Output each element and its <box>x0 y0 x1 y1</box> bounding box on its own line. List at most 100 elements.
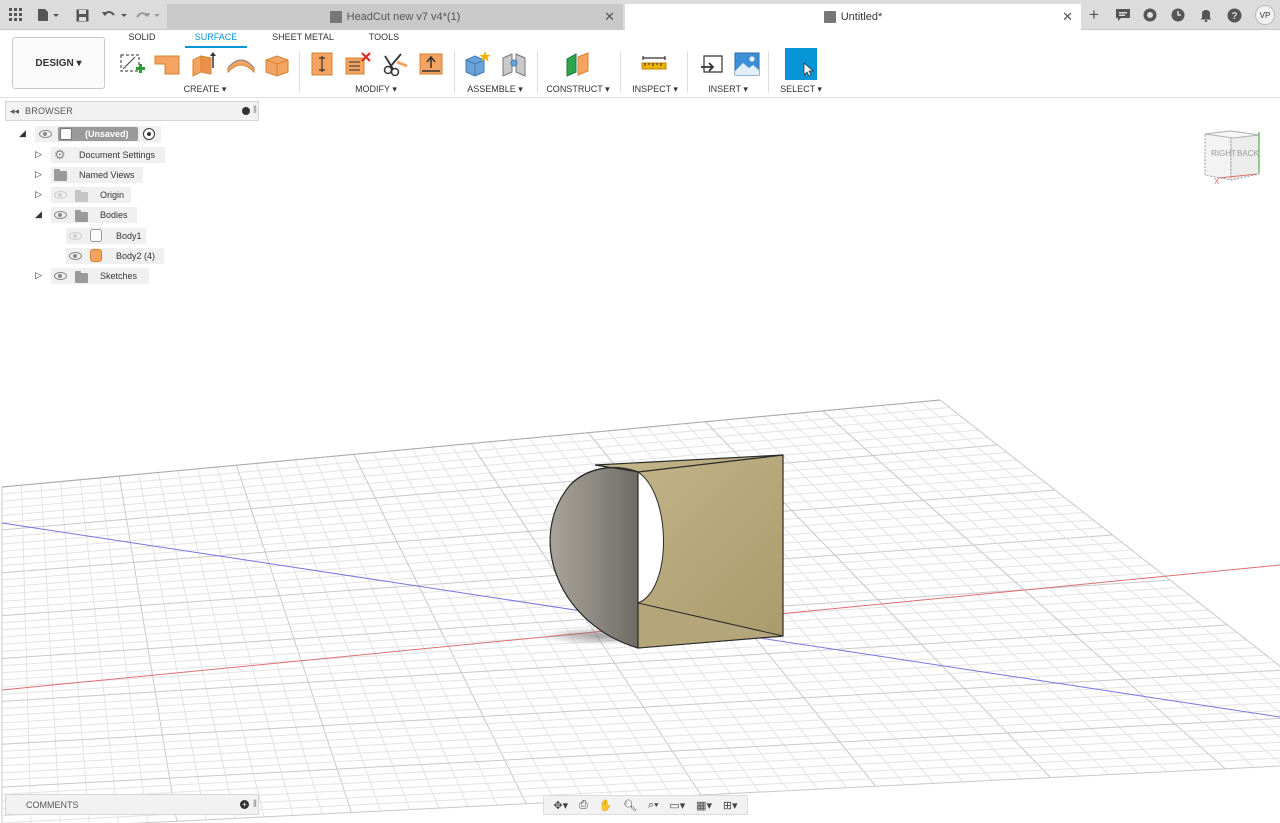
toolbar: DESIGN ▾ SOLID SURFACE SHEET METAL TOOLS… <box>0 31 1280 98</box>
viewcube-back-label[interactable]: BACK <box>1237 149 1259 158</box>
redo-icon[interactable] <box>135 6 163 24</box>
grid-line <box>920 401 1280 690</box>
document-settings-label: Document Settings <box>79 150 156 160</box>
comments-panel[interactable]: COMMENTS + ‖ <box>5 794 259 815</box>
select-button[interactable] <box>785 48 817 80</box>
grid-line <box>1 654 1266 731</box>
tab-solid[interactable]: SOLID <box>122 32 162 46</box>
expand-arrow-icon[interactable]: ▷ <box>35 169 42 180</box>
tab-tools[interactable]: TOOLS <box>364 32 404 46</box>
save-icon[interactable] <box>74 6 90 24</box>
offset-plane-button[interactable] <box>564 50 592 78</box>
extensions-icon[interactable] <box>1141 6 1159 24</box>
insert-canvas-button[interactable] <box>733 50 761 78</box>
tab-headcut[interactable]: HeadCut new v7 v4*(1) ✕ <box>167 4 623 30</box>
document-icon <box>329 11 342 23</box>
add-comment-icon[interactable]: + <box>240 800 249 809</box>
file-icon[interactable] <box>36 6 62 24</box>
orbit-icon[interactable]: ✥▾ <box>553 799 568 812</box>
navigation-bar: ✥▾ ⎙ ✋ 🔍︎ ⌕▾ ▭▾ ▦▾ ⊞▾ <box>543 795 748 815</box>
origin-label: Origin <box>100 190 125 200</box>
sketches-label: Sketches <box>100 271 138 281</box>
expand-arrow-icon[interactable]: ▷ <box>35 149 42 160</box>
viewports-icon[interactable]: ⊞▾ <box>723 799 738 812</box>
grid-line <box>40 483 61 823</box>
extend-button[interactable] <box>417 50 445 78</box>
toolbar-separator <box>687 51 688 93</box>
close-tab-icon[interactable]: ✕ <box>604 9 615 25</box>
apps-grid-icon[interactable] <box>8 6 24 24</box>
pan-icon[interactable]: ✋ <box>599 799 613 812</box>
body2-label: Body2 (4) <box>116 251 156 261</box>
notification-bell-icon[interactable] <box>1197 6 1215 24</box>
create-sketch-button[interactable] <box>118 50 146 78</box>
panel-grip-icon[interactable]: ‖ <box>253 105 257 116</box>
svg-text:?: ? <box>1231 11 1237 22</box>
construct-menu[interactable]: CONSTRUCT ▾ <box>543 84 613 95</box>
panel-grip-icon[interactable]: ‖ <box>253 799 257 810</box>
fusion-app-window: HeadCut new v7 v4*(1) ✕ Untitled* ✕ + ? … <box>0 0 1280 823</box>
extrude-surface-button[interactable] <box>153 50 181 78</box>
trim-button[interactable] <box>344 50 372 78</box>
revolve-surface-button[interactable] <box>189 50 217 78</box>
visibility-eye-icon[interactable] <box>54 191 67 199</box>
tab-untitled[interactable]: Untitled* ✕ <box>625 4 1081 30</box>
grid-line <box>1 669 1280 745</box>
visibility-eye-icon[interactable] <box>54 272 67 280</box>
look-at-icon[interactable]: ⎙ <box>579 799 588 812</box>
3d-viewport[interactable] <box>0 98 1280 823</box>
viewcube[interactable]: RIGHT BACK X <box>1197 128 1269 186</box>
browser-panel-header[interactable]: ◂◂ BROWSER ‖ <box>5 101 259 121</box>
grid-line <box>1 662 1276 738</box>
collapse-arrow-icon[interactable]: ◢ <box>35 209 42 220</box>
design-workspace-button[interactable]: DESIGN ▾ <box>12 37 105 89</box>
inspect-menu[interactable]: INSPECT ▾ <box>625 84 685 95</box>
tab-sheet-metal[interactable]: SHEET METAL <box>266 32 340 46</box>
split-body-button[interactable] <box>381 50 409 78</box>
display-settings-icon[interactable]: ▭▾ <box>669 799 685 812</box>
loft-surface-button[interactable] <box>263 50 291 78</box>
help-icon[interactable]: ? <box>1225 6 1243 24</box>
close-tab-icon[interactable]: ✕ <box>1062 9 1073 25</box>
grid-line <box>841 408 1255 768</box>
select-menu[interactable]: SELECT ▾ <box>772 84 830 95</box>
create-menu[interactable]: CREATE ▾ <box>170 84 240 95</box>
new-component-button[interactable] <box>463 50 491 78</box>
visibility-eye-icon[interactable] <box>69 252 82 260</box>
zoom-icon[interactable]: 🔍︎ <box>623 799 637 812</box>
active-tab-indicator <box>185 46 247 48</box>
assemble-menu[interactable]: ASSEMBLE ▾ <box>460 84 530 95</box>
visibility-eye-icon[interactable] <box>69 232 82 240</box>
collapse-arrow-icon[interactable]: ◢ <box>19 128 26 139</box>
activate-component-icon[interactable] <box>143 128 155 140</box>
named-views-label: Named Views <box>79 170 135 180</box>
measure-button[interactable] <box>640 50 668 78</box>
undo-icon[interactable] <box>100 6 130 24</box>
new-tab-icon[interactable]: + <box>1085 5 1103 24</box>
job-status-icon[interactable] <box>1114 6 1132 24</box>
fit-icon[interactable]: ⌕▾ <box>648 799 659 812</box>
expand-arrow-icon[interactable]: ▷ <box>35 270 42 281</box>
panel-options-icon[interactable] <box>242 107 250 115</box>
bodies-label: Bodies <box>100 210 128 220</box>
clock-icon[interactable] <box>1169 6 1187 24</box>
grid-settings-icon[interactable]: ▦▾ <box>696 799 712 812</box>
collapse-panel-icon[interactable]: ◂◂ <box>10 106 19 117</box>
grid-line <box>802 412 1197 771</box>
joint-button[interactable] <box>500 50 528 78</box>
tab-surface[interactable]: SURFACE <box>185 32 247 46</box>
insert-menu[interactable]: INSERT ▾ <box>698 84 758 95</box>
visibility-eye-icon[interactable] <box>54 211 67 219</box>
insert-derive-button[interactable] <box>698 50 726 78</box>
toolbar-separator <box>454 51 455 93</box>
toolbar-separator <box>620 51 621 93</box>
folder-icon <box>75 190 88 202</box>
sweep-surface-button[interactable] <box>226 50 255 78</box>
expand-arrow-icon[interactable]: ▷ <box>35 189 42 200</box>
visibility-eye-icon[interactable] <box>39 130 52 138</box>
modify-menu[interactable]: MODIFY ▾ <box>340 84 412 95</box>
body-icon <box>90 249 102 262</box>
thicken-button[interactable] <box>308 50 336 78</box>
viewcube-right-label[interactable]: RIGHT <box>1211 149 1236 158</box>
user-avatar[interactable]: VP <box>1255 5 1275 25</box>
